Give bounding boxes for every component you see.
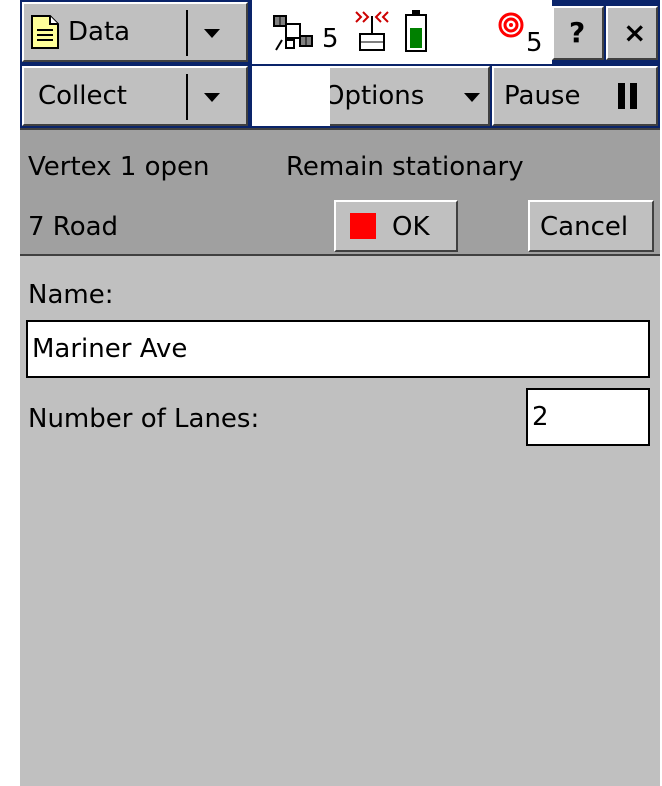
data-menu-label: Data (68, 17, 131, 47)
lanes-field[interactable]: 2 (526, 388, 650, 446)
collect-label: Collect (38, 81, 127, 111)
screen: Data 5 5 ? × Collect Options Pause Verte… (20, 0, 660, 786)
cancel-label: Cancel (540, 212, 629, 242)
battery-icon[interactable] (404, 8, 428, 54)
target-icon[interactable] (498, 12, 524, 38)
collect-divider (186, 74, 188, 120)
document-icon (30, 14, 60, 50)
collect-dropdown[interactable]: Collect (22, 66, 248, 126)
correction-count: 5 (526, 28, 543, 58)
ok-status-indicator (350, 213, 376, 239)
title-bar: Data 5 5 ? × (20, 0, 660, 64)
name-label: Name: (28, 280, 114, 310)
cancel-button[interactable]: Cancel (528, 200, 654, 252)
lanes-label: Number of Lanes: (28, 404, 260, 434)
satellite-icon[interactable] (272, 10, 316, 54)
help-button[interactable]: ? (552, 6, 604, 60)
close-icon: × (623, 16, 647, 49)
options-menu-button[interactable]: Options (312, 66, 490, 126)
ok-label: OK (392, 212, 430, 242)
chevron-down-icon (204, 29, 220, 38)
ok-button[interactable]: OK (334, 200, 458, 252)
pause-button[interactable]: Pause (492, 66, 658, 126)
satellite-count: 5 (322, 24, 339, 54)
instruction-text: Remain stationary (286, 152, 524, 182)
options-label: Options (324, 81, 425, 111)
menu-divider (186, 10, 188, 56)
close-button[interactable]: × (606, 6, 658, 60)
vertex-status: Vertex 1 open (28, 152, 210, 182)
feature-label: 7 Road (28, 212, 119, 242)
data-menu-button[interactable]: Data (22, 2, 248, 62)
toolbar: Collect Options Pause (20, 64, 660, 128)
radio-antenna-icon[interactable] (352, 8, 392, 54)
status-area: 5 5 (252, 0, 552, 64)
pause-icon (618, 83, 640, 109)
status-message-panel: Vertex 1 open Remain stationary 7 Road O… (20, 128, 660, 256)
pause-label: Pause (504, 81, 581, 111)
name-field[interactable]: Mariner Ave (26, 320, 650, 378)
toolbar-spacer (252, 66, 330, 126)
help-label: ? (569, 16, 586, 49)
chevron-down-icon (464, 93, 480, 102)
chevron-down-icon (204, 93, 220, 102)
